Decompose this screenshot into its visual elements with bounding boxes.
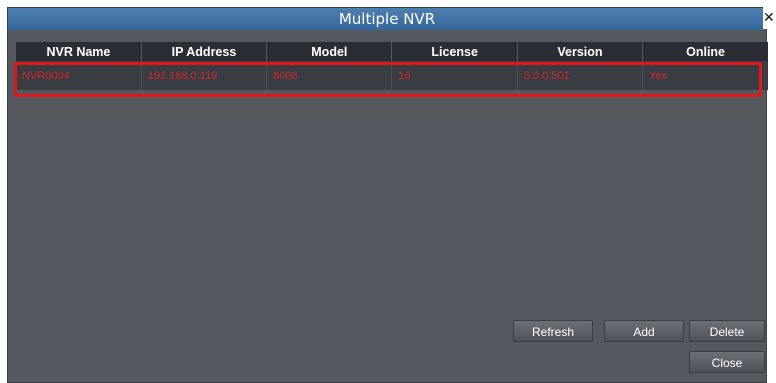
add-button[interactable]: Add <box>604 320 684 342</box>
delete-button[interactable]: Delete <box>689 320 765 342</box>
column-header-online[interactable]: Online <box>642 42 768 61</box>
table-row[interactable]: NVR0004 192.168.0.119 8008 16 5.0.0.501 … <box>16 61 768 90</box>
column-header-version[interactable]: Version <box>517 42 644 61</box>
cell-license: 16 <box>391 61 518 90</box>
cell-nvr-name: NVR0004 <box>16 61 142 90</box>
table-header-row: NVR Name IP Address Model License Versio… <box>16 42 768 61</box>
column-header-license[interactable]: License <box>391 42 518 61</box>
cell-model: 8008 <box>266 61 393 90</box>
nvr-table: NVR Name IP Address Model License Versio… <box>16 42 768 90</box>
column-header-model[interactable]: Model <box>266 42 393 61</box>
column-header-ip-address[interactable]: IP Address <box>141 42 268 61</box>
refresh-button[interactable]: Refresh <box>513 320 593 342</box>
cell-version: 5.0.0.501 <box>517 61 644 90</box>
column-header-nvr-name[interactable]: NVR Name <box>16 42 142 61</box>
multiple-nvr-window: Multiple NVR NVR Name IP Address Model L… <box>7 7 768 383</box>
cell-online: Yes <box>642 61 768 90</box>
cell-ip-address: 192.168.0.119 <box>141 61 268 90</box>
window-title: Multiple NVR <box>8 8 766 30</box>
close-button[interactable]: Close <box>689 351 765 373</box>
close-icon[interactable]: ✕ <box>763 7 776 29</box>
